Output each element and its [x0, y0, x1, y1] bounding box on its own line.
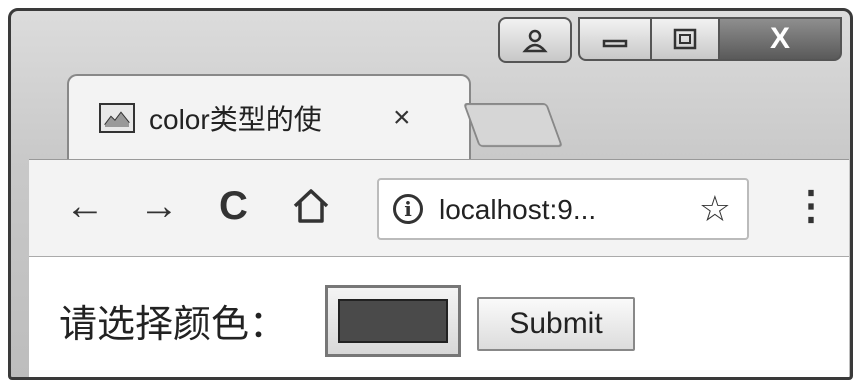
- tab-close-icon[interactable]: ×: [393, 101, 411, 135]
- submit-button[interactable]: Submit: [477, 297, 635, 351]
- browser-window: X color类型的使 × ← → C i localhost:9... ☆ ⋮…: [8, 8, 853, 380]
- close-icon: X: [769, 22, 790, 55]
- maximize-button[interactable]: [650, 17, 720, 61]
- tab-title: color类型的使: [149, 104, 322, 135]
- home-icon: [293, 189, 329, 223]
- bookmark-star-icon[interactable]: ☆: [699, 188, 731, 230]
- window-controls: X: [498, 17, 842, 65]
- color-swatch: [338, 299, 448, 343]
- info-icon[interactable]: i: [393, 194, 423, 224]
- color-picker-input[interactable]: [325, 285, 461, 357]
- page-content: 请选择颜色： Submit: [29, 257, 849, 377]
- user-profile-button[interactable]: [498, 17, 572, 63]
- address-bar[interactable]: i localhost:9... ☆: [377, 178, 749, 240]
- back-button[interactable]: ←: [65, 182, 105, 230]
- favicon-icon: [99, 103, 135, 133]
- browser-tab[interactable]: color类型的使 ×: [67, 74, 471, 166]
- window-close-button[interactable]: X: [718, 17, 842, 61]
- browser-toolbar: ← → C i localhost:9... ☆ ⋮: [29, 159, 849, 258]
- minimize-button[interactable]: [578, 17, 652, 61]
- menu-icon[interactable]: ⋮: [791, 182, 831, 230]
- forward-button[interactable]: →: [139, 182, 179, 230]
- user-icon: [522, 29, 548, 53]
- maximize-icon: [673, 28, 697, 50]
- color-label: 请选择颜色：: [59, 304, 288, 346]
- new-tab-button[interactable]: [462, 103, 564, 147]
- reload-button[interactable]: C: [219, 182, 248, 230]
- home-button[interactable]: [291, 182, 331, 237]
- minimize-icon: [602, 39, 628, 48]
- url-text[interactable]: localhost:9...: [439, 194, 596, 226]
